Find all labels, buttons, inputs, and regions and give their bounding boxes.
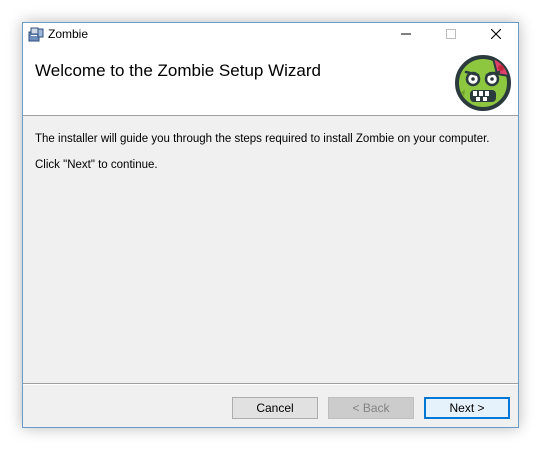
cancel-button[interactable]: Cancel — [232, 397, 318, 419]
installer-window: Zombie Welcome to the Zombie Setup Wizar… — [22, 22, 519, 428]
maximize-icon — [445, 29, 456, 39]
maximize-button[interactable] — [428, 23, 473, 45]
continue-instruction: Click "Next" to continue. — [35, 159, 158, 171]
next-button[interactable]: Next > — [424, 397, 510, 419]
zombie-face-icon — [453, 52, 513, 112]
footer-divider — [23, 383, 518, 385]
close-button[interactable] — [473, 23, 518, 45]
installer-app-icon — [28, 26, 44, 42]
title-bar[interactable]: Zombie — [23, 23, 518, 46]
intro-text: The installer will guide you through the… — [35, 133, 490, 145]
wizard-header: Welcome to the Zombie Setup Wizard — [23, 46, 518, 116]
window-title: Zombie — [48, 27, 89, 41]
minimize-button[interactable] — [383, 23, 428, 45]
page-title: Welcome to the Zombie Setup Wizard — [35, 61, 321, 80]
close-icon — [490, 29, 501, 39]
back-button[interactable]: < Back — [328, 397, 414, 419]
minimize-icon — [400, 33, 411, 35]
